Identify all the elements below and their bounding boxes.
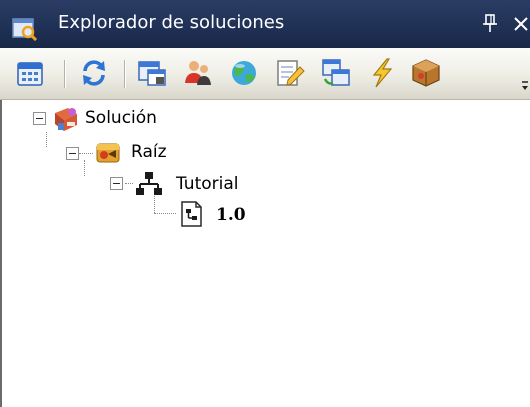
root-folder-icon [94,138,122,166]
database-icon[interactable] [228,57,260,89]
users-icon[interactable] [182,57,214,89]
version-document-icon [177,200,205,228]
toolbar-overflow-icon[interactable] [520,76,530,96]
panel-title: Explorador de soluciones [58,12,285,33]
tree-connector [154,213,176,214]
pin-icon[interactable] [482,12,498,34]
package-icon[interactable] [410,57,442,89]
tree-connector [79,153,93,154]
tree-node-label-solution[interactable]: Solución [85,107,157,129]
tree-connector [46,132,47,147]
edit-icon[interactable] [274,57,306,89]
close-icon[interactable] [512,10,530,36]
tree-node-label-version[interactable]: 1.0 [216,204,246,226]
collapse-toggle-solution[interactable] [33,112,46,125]
refresh-icon[interactable] [78,57,110,89]
tree-connector [84,160,85,176]
collapse-toggle-tutorial[interactable] [110,177,123,190]
toolbar-separator [124,60,126,88]
toolbar-separator [64,60,66,88]
toolbar [0,48,530,100]
solution-icon [52,105,80,133]
solution-explorer-icon [12,17,38,42]
new-window-icon[interactable] [136,57,168,89]
properties-icon[interactable] [14,57,46,89]
tree-node-label-tutorial[interactable]: Tutorial [176,173,239,195]
tree-connector [125,183,133,184]
windows-icon[interactable] [320,57,352,89]
title-bar: Explorador de soluciones [0,0,530,48]
lightning-icon[interactable] [366,57,398,89]
tree-node-label-root[interactable]: Raíz [131,141,167,163]
collapse-toggle-root[interactable] [66,147,79,160]
solution-tree: Solución Raíz Tutorial 1.0 [0,100,530,407]
hierarchy-icon [135,170,163,198]
